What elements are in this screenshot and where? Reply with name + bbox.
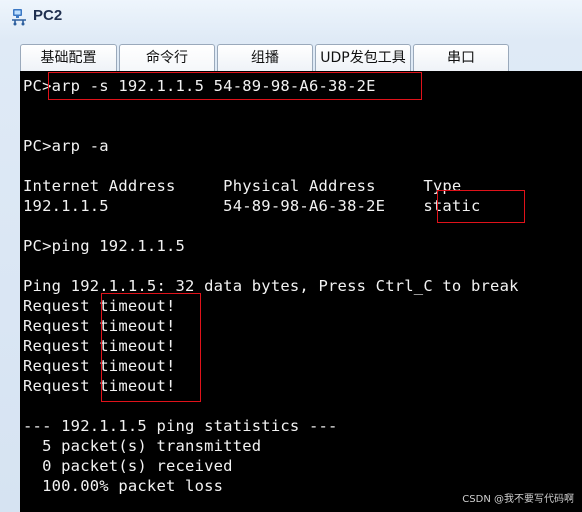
tab-command-line[interactable]: 命令行: [119, 44, 215, 72]
window-title: PC2: [33, 7, 63, 24]
terminal-line: Ping 192.1.1.5: 32 data bytes, Press Ctr…: [23, 277, 519, 295]
highlight-static-type: [437, 190, 525, 223]
terminal-line: PC>ping 192.1.1.5: [23, 237, 186, 255]
terminal-line: Internet Address Physical Address Type: [23, 177, 462, 195]
highlight-arp-command: [48, 72, 422, 100]
command-terminal[interactable]: PC>arp -s 192.1.1.5 54-89-98-A6-38-2E PC…: [20, 71, 582, 512]
tab-basic-config[interactable]: 基础配置: [20, 44, 117, 72]
terminal-line: --- 192.1.1.5 ping statistics ---: [23, 417, 338, 435]
terminal-line: 192.1.1.5 54-89-98-A6-38-2E static: [23, 197, 481, 215]
pc-network-icon: [12, 9, 26, 26]
tab-serial-port[interactable]: 串口: [413, 44, 509, 72]
tab-udp-tool[interactable]: UDP发包工具: [315, 44, 411, 72]
pc2-window: PC2 基础配置 命令行 组播 UDP发包工具 串口 PC>arp -s 192…: [0, 0, 582, 512]
highlight-timeouts: [101, 293, 201, 402]
terminal-line: 5 packet(s) transmitted: [23, 437, 262, 455]
terminal-line: PC>arp -a: [23, 137, 109, 155]
terminal-line: 0 packet(s) received: [23, 457, 233, 475]
watermark: CSDN @我不要写代码啊: [462, 494, 574, 505]
tab-multicast[interactable]: 组播: [217, 44, 313, 72]
title-bar: PC2: [0, 0, 582, 34]
terminal-line: 100.00% packet loss: [23, 477, 224, 495]
